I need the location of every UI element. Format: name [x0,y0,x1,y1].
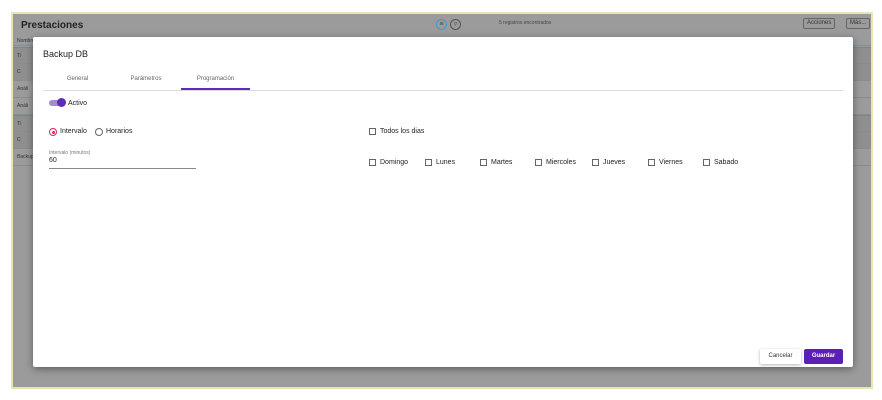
label-sabado: Sabado [714,159,739,166]
label-miercoles: Miercoles [546,159,576,166]
active-toggle[interactable] [49,98,66,107]
checkbox-sabado[interactable] [703,159,710,166]
tab-general[interactable]: General [55,76,100,90]
tab-programacion[interactable]: Programación [181,76,250,90]
dialog-title: Backup DB [43,49,89,59]
actions-button[interactable]: Acciones [803,18,836,29]
radio-intervalo-label: Intervalo [60,128,87,135]
checkbox-domingo[interactable] [369,159,376,166]
interval-input[interactable]: 60 [49,157,196,169]
label-lunes: Lunes [436,159,456,166]
label-martes: Martes [491,159,513,166]
tab-bar: General Parámetros Programación [43,73,843,91]
radio-horarios[interactable] [95,128,103,136]
label-jueves: Jueves [603,159,626,166]
checkbox-viernes[interactable] [648,159,655,166]
save-button[interactable]: Guardar [804,349,843,364]
tab-parametros[interactable]: Parámetros [121,76,171,90]
filter-circle-icon[interactable]: ≡ [436,19,447,30]
all-days-label: Todos los dias [380,128,425,135]
checkbox-martes[interactable] [480,159,487,166]
app-title: Prestaciones [21,19,84,31]
interval-label: Intervalo (minutos) [49,150,91,156]
radio-intervalo[interactable] [49,128,57,136]
all-days-checkbox[interactable] [369,128,376,135]
label-viernes: Viernes [659,159,683,166]
label-domingo: Domingo [380,159,409,166]
cancel-button[interactable]: Cancelar [760,349,801,364]
more-button[interactable]: Más... [846,18,871,29]
checkbox-miercoles[interactable] [535,159,542,166]
radio-horarios-label: Horarios [106,128,133,135]
funnel-icon[interactable]: ▿ [450,19,461,30]
checkbox-jueves[interactable] [592,159,599,166]
checkbox-lunes[interactable] [425,159,432,166]
records-count: 5 registros encontrados [499,20,552,26]
active-label: Activo [68,100,88,107]
backup-dialog: Backup DB General Parámetros Programació… [33,37,853,367]
